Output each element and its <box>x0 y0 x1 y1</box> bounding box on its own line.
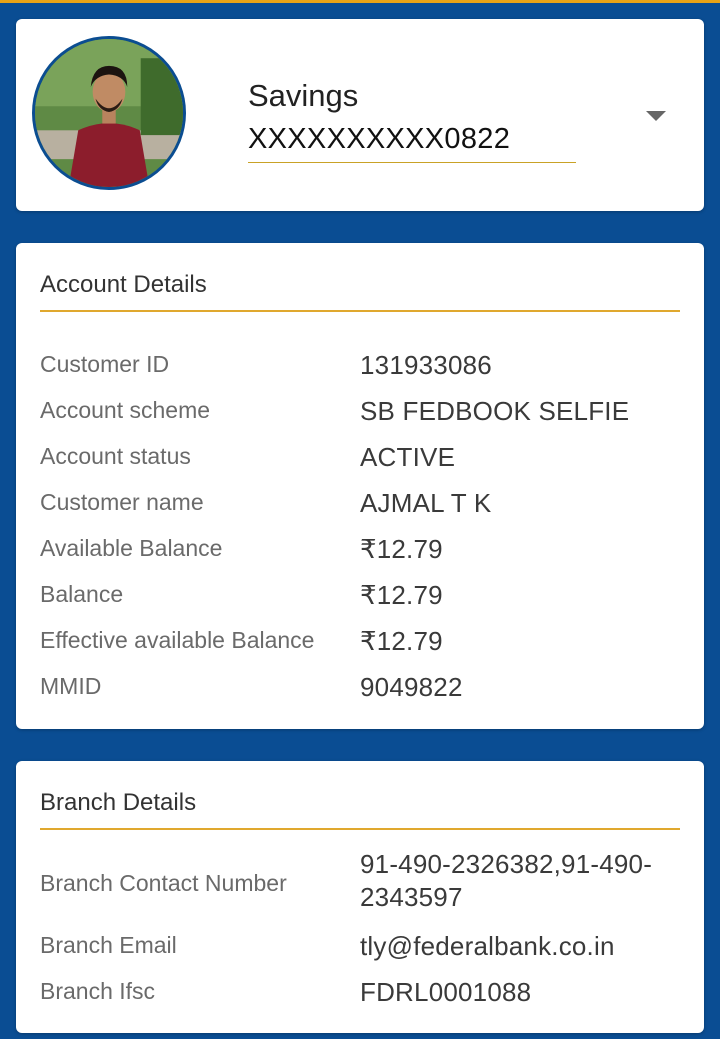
detail-label: Account status <box>40 443 191 469</box>
detail-value: SB FEDBOOK SELFIE <box>360 396 630 426</box>
detail-value: 9049822 <box>360 672 463 702</box>
detail-label: Account scheme <box>40 397 211 423</box>
detail-label: Effective available Balance <box>40 627 315 653</box>
detail-label: MMID <box>40 673 102 699</box>
branch-ifsc-value: FDRL0001088 <box>360 977 532 1007</box>
caret-down-icon[interactable] <box>646 111 666 121</box>
detail-value: ₹12.79 <box>360 534 443 564</box>
branch-details-divider <box>40 828 680 830</box>
profile-photo-icon <box>35 39 183 187</box>
branch-label: Branch Ifsc <box>40 978 156 1004</box>
detail-value: ACTIVE <box>360 442 456 472</box>
branch-email-value[interactable]: tly@federalbank.co.in <box>360 931 615 962</box>
top-accent-line <box>0 0 720 3</box>
detail-value: AJMAL T K <box>360 488 492 518</box>
branch-label: Branch Email <box>40 932 177 958</box>
branch-details-card: Branch Details Branch Contact Number 91-… <box>16 761 704 1033</box>
branch-details-title: Branch Details <box>40 789 197 816</box>
detail-label: Customer ID <box>40 351 170 377</box>
detail-value: 131933086 <box>360 350 492 380</box>
account-type-label: Savings <box>248 78 359 113</box>
detail-label: Available Balance <box>40 535 223 561</box>
account-details-divider <box>40 310 680 312</box>
account-number-underline <box>248 162 576 163</box>
detail-label: Balance <box>40 581 124 607</box>
account-selector-card[interactable]: Savings XXXXXXXXXX0822 <box>16 19 704 211</box>
account-details-title: Account Details <box>40 271 207 298</box>
branch-phone-value[interactable]: 91-490-2326382,91-490-2343597 <box>360 848 680 914</box>
account-number[interactable]: XXXXXXXXXX0822 <box>248 123 510 156</box>
avatar <box>32 36 186 190</box>
detail-value: ₹12.79 <box>360 626 443 656</box>
detail-value: ₹12.79 <box>360 580 443 610</box>
branch-label: Branch Contact Number <box>40 870 287 896</box>
detail-label: Customer name <box>40 489 204 515</box>
account-details-card: Account Details Customer ID 131933086 Ac… <box>16 243 704 729</box>
